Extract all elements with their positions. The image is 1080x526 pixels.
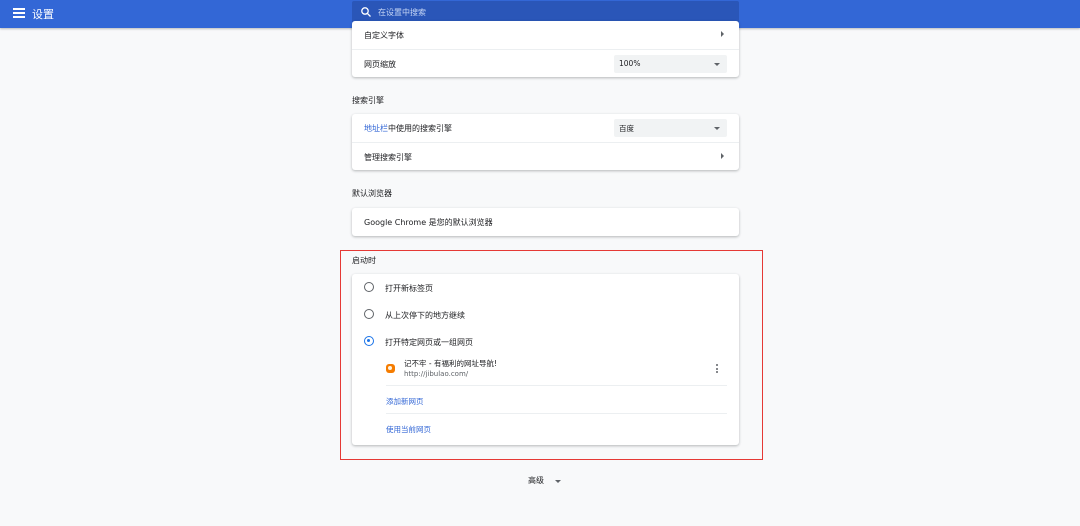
startup-option-continue[interactable]: 从上次停下的地方继续 (352, 301, 739, 328)
menu-icon[interactable] (13, 8, 25, 18)
startup-page-url: http://jibulao.com/ (404, 370, 469, 378)
custom-fonts-row[interactable]: 自定义字体 (352, 21, 739, 49)
address-bar-link[interactable]: 地址栏 (364, 124, 388, 133)
page-zoom-value: 100% (619, 59, 641, 68)
default-browser-card: Google Chrome 是您的默认浏览器 (352, 208, 739, 236)
on-startup-title: 启动时 (352, 256, 376, 265)
search-box[interactable] (352, 1, 739, 23)
chevron-down-icon (555, 480, 561, 483)
startup-option-label: 从上次停下的地方继续 (385, 311, 465, 320)
address-bar-engine-row: 地址栏中使用的搜索引擎 百度 (352, 114, 739, 142)
site-favicon-icon (386, 364, 395, 373)
page-zoom-label: 网页缩放 (364, 60, 396, 69)
startup-option-label: 打开新标签页 (385, 284, 433, 293)
search-input[interactable] (378, 3, 728, 21)
add-new-page-row: 添加新网页 (386, 385, 727, 413)
default-browser-title: 默认浏览器 (352, 189, 392, 198)
on-startup-card: 打开新标签页 从上次停下的地方继续 打开特定网页或一组网页 记不牢 - 有福利的… (352, 274, 739, 445)
search-engine-value: 百度 (619, 124, 634, 133)
manage-search-engines-row[interactable]: 管理搜索引擎 (352, 142, 739, 170)
startup-option-label: 打开特定网页或一组网页 (385, 338, 473, 347)
search-engine-card: 地址栏中使用的搜索引擎 百度 管理搜索引擎 (352, 114, 739, 170)
custom-fonts-label: 自定义字体 (364, 31, 404, 40)
search-engine-select[interactable]: 百度 (614, 119, 727, 137)
appearance-card: 自定义字体 网页缩放 100% (352, 21, 739, 77)
chevron-right-icon (721, 31, 724, 37)
manage-search-engines-label: 管理搜索引擎 (364, 153, 412, 162)
chevron-down-icon (714, 127, 720, 130)
default-browser-row: Google Chrome 是您的默认浏览器 (352, 208, 739, 236)
address-bar-engine-text: 中使用的搜索引擎 (388, 124, 452, 133)
startup-page-title: 记不牢 - 有福利的网址导航! (404, 359, 497, 368)
default-browser-status: Google Chrome 是您的默认浏览器 (364, 218, 493, 227)
chevron-down-icon (714, 63, 720, 66)
page-zoom-select[interactable]: 100% (614, 55, 727, 73)
chevron-right-icon (721, 153, 724, 159)
radio-button[interactable] (364, 309, 374, 319)
use-current-pages-link[interactable]: 使用当前网页 (386, 424, 431, 435)
startup-option-new-tab[interactable]: 打开新标签页 (352, 274, 739, 301)
advanced-button[interactable]: 高级 (528, 475, 544, 486)
search-engine-title: 搜索引擎 (352, 96, 384, 105)
use-current-pages-row: 使用当前网页 (386, 413, 727, 441)
startup-page-item: 记不牢 - 有福利的网址导航! http://jibulao.com/ (386, 355, 727, 385)
radio-button-checked[interactable] (364, 336, 374, 346)
add-new-page-link[interactable]: 添加新网页 (386, 396, 424, 407)
search-icon (361, 7, 371, 17)
radio-button[interactable] (364, 282, 374, 292)
page-zoom-row: 网页缩放 100% (352, 49, 739, 77)
page-title: 设置 (32, 8, 54, 21)
more-vert-icon[interactable] (715, 364, 719, 375)
address-bar-engine-label: 地址栏中使用的搜索引擎 (364, 123, 452, 134)
startup-option-specific-pages[interactable]: 打开特定网页或一组网页 (352, 328, 739, 355)
